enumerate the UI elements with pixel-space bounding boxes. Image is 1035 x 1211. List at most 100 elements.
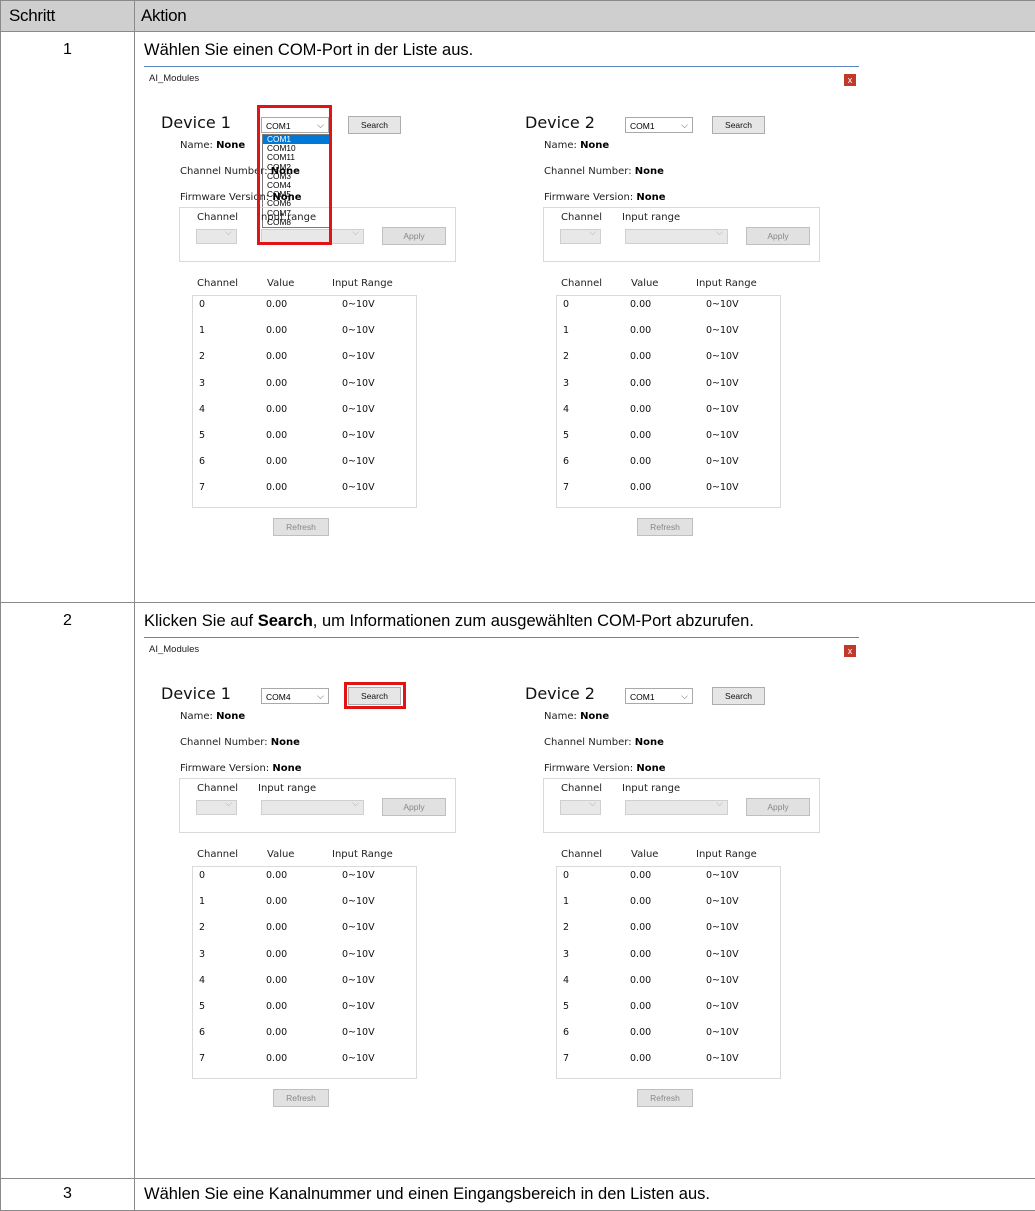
table-row: 4 0.00 0~10V [557,975,780,1001]
channel-select[interactable]: ⌵ [196,228,237,244]
value-cell: 0.00 [630,948,652,960]
channel-cell: 7 [199,482,206,494]
input-range-select[interactable]: ⌵ [261,799,364,815]
info-name-label: Name: None [180,711,245,722]
channel-select[interactable]: ⌵ [196,799,237,815]
step-number: 3 [0,1178,135,1211]
app-window: AI_Modules x Device 1 COM1 ⌵ COM1 COM10 COM11 CO… [144,66,859,542]
value-cell: 0.00 [630,1027,652,1039]
info-label: Channel Number: [180,737,268,748]
range-cell: 0~10V [706,1053,739,1065]
header-row: Schritt Aktion [0,0,1035,32]
range-cell: 0~10V [706,870,739,881]
range-cell: 0~10V [342,974,375,986]
channel-select[interactable]: ⌵ [560,228,601,244]
apply-button[interactable]: Apply [746,798,810,816]
refresh-button[interactable]: Refresh [273,518,329,536]
info-label: Channel Number: [180,166,268,177]
info-value: None [634,737,664,748]
table-row: 6 0.00 0~10V [557,1027,780,1053]
table-row: 2 0.00 0~10V [557,351,780,377]
info-value: None [580,711,610,722]
chevron-down-icon: ⌵ [225,228,232,238]
values-list: 0 0.00 0~10V 1 0.00 0~10V 2 0.00 0~10V 3 0.00 0~10V… [192,866,417,1079]
channel-cell: 1 [563,896,570,908]
channel-cell: 1 [199,896,206,908]
close-button[interactable]: x [844,645,856,657]
device-title: Device 2 [525,113,595,132]
apply-button[interactable]: Apply [382,798,446,816]
range-cell: 0~10V [342,922,375,934]
value-cell: 0.00 [266,974,288,986]
channel-cell: 4 [563,403,570,415]
chevron-down-icon: ⌵ [352,799,359,809]
input-range-select[interactable]: ⌵ [625,799,728,815]
com-port-value: COM4 [266,692,291,702]
com-port-select[interactable]: COM4 ⌵ [261,688,329,704]
com-port-select[interactable]: COM1 ⌵ [625,117,693,133]
value-cell: 0.00 [266,948,288,960]
chevron-down-icon: ⌵ [225,799,232,809]
range-cell: 0~10V [342,403,375,415]
value-cell: 0.00 [630,922,652,934]
table-row: 0 0.00 0~10V [557,870,780,896]
info-label: Name: [180,711,213,722]
step-row-2: 2 Klicken Sie auf Search, um Information… [0,602,1035,1179]
info-label: Firmware Version: [544,763,634,774]
search-button[interactable]: Search [712,116,765,134]
value-cell: 0.00 [266,377,288,389]
info-value: None [636,192,666,203]
chevron-down-icon: ⌵ [716,228,723,238]
input-range-label: Input range [258,783,317,794]
channel-select[interactable]: ⌵ [560,799,601,815]
device-2-panel: Device 2 COM1 ⌵ Search Name: None Channel Num… [525,113,870,573]
device-1-panel: Device 1 COM1 ⌵ COM1 COM10 COM11 COM2 COM3 COM4 C… [161,105,506,573]
step-instruction: Wählen Sie eine Kanalnummer und einen Ei… [144,1185,710,1203]
range-cell: 0~10V [706,456,739,468]
close-button[interactable]: x [844,74,856,86]
apply-button[interactable]: Apply [746,227,810,245]
refresh-button[interactable]: Refresh [637,1089,693,1107]
search-button[interactable]: Search [712,687,765,705]
range-cell: 0~10V [342,430,375,441]
info-label: Channel Number: [544,166,632,177]
table-row: 3 0.00 0~10V [557,949,780,975]
value-cell: 0.00 [266,870,288,881]
value-cell: 0.00 [266,482,288,494]
channel-cell: 3 [563,377,570,389]
channel-cell: 3 [563,948,570,960]
value-cell: 0.00 [266,403,288,415]
refresh-button[interactable]: Refresh [273,1089,329,1107]
info-label: Name: [544,711,577,722]
search-button[interactable]: Search [348,116,401,134]
channel-cell: 6 [199,456,206,468]
channel-label: Channel [561,212,603,223]
apply-button[interactable]: Apply [382,227,446,245]
channel-label: Channel [197,212,239,223]
info-name-label: Name: None [544,140,609,151]
value-cell: 0.00 [266,351,288,363]
refresh-button[interactable]: Refresh [637,518,693,536]
channel-cell: 0 [563,870,570,881]
range-cell: 0~10V [342,1027,375,1039]
range-cell: 0~10V [706,896,739,908]
table-row: 7 0.00 0~10V [557,1053,780,1079]
channel-cell: 2 [563,922,570,934]
channel-cell: 4 [563,974,570,986]
value-cell: 0.00 [266,1027,288,1039]
step-row-3: 3 Wählen Sie eine Kanalnummer und einen … [0,1178,1035,1211]
range-cell: 0~10V [342,948,375,960]
col-input-range-header: Input Range [696,278,757,289]
table-row: 0 0.00 0~10V [193,299,416,325]
value-cell: 0.00 [630,974,652,986]
table-row: 6 0.00 0~10V [557,456,780,482]
info-firmware-label: Firmware Version: None [544,192,665,203]
col-channel-header: Channel [197,849,239,860]
table-row: 4 0.00 0~10V [193,404,416,430]
input-range-select[interactable]: ⌵ [625,228,728,244]
channel-label: Channel [197,783,239,794]
channel-cell: 1 [563,325,570,337]
com-port-select[interactable]: COM1 ⌵ [625,688,693,704]
range-cell: 0~10V [342,482,375,494]
settings-group: Channel Input range ⌵ ⌵ Apply [179,778,456,833]
